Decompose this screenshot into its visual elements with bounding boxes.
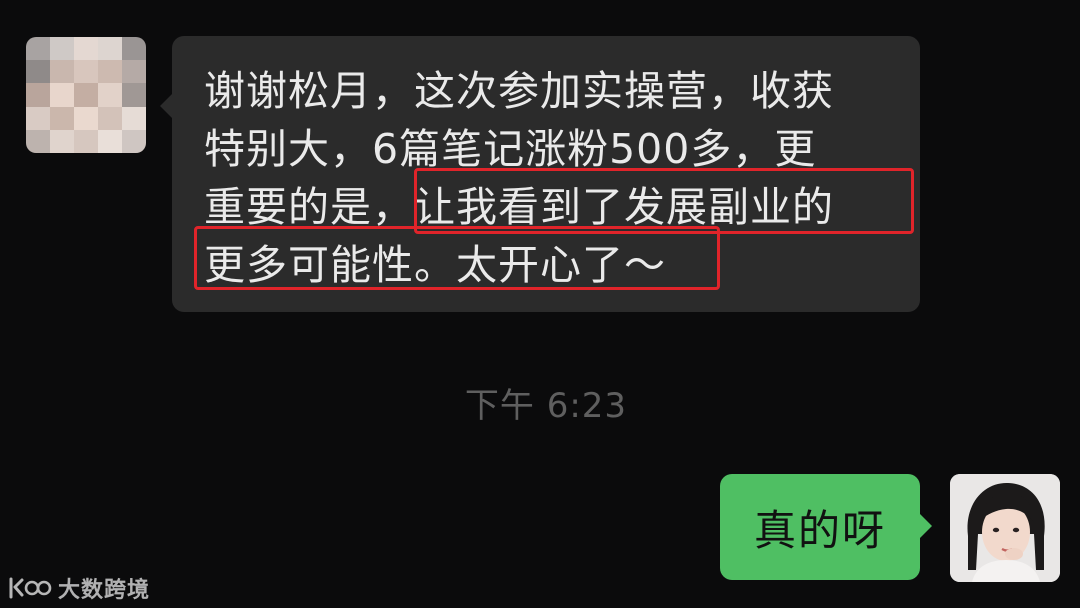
watermark-text: 大数跨境 (58, 578, 151, 603)
incoming-message-line: 重要的是，让我看到了发展副业的 (204, 183, 834, 231)
incoming-message-line: 特别大，6篇笔记涨粉500多，更 (204, 125, 817, 173)
girl-portrait-icon (950, 474, 1060, 582)
avatar-pixel (74, 106, 98, 130)
incoming-message-bubble[interactable]: 谢谢松月，这次参加实操营，收获 特别大，6篇笔记涨粉500多，更 重要的是，让我… (160, 36, 920, 312)
avatar-pixel (26, 37, 50, 61)
logo-mark-icon (9, 577, 52, 599)
avatar-pixel (26, 60, 50, 84)
avatar-pixel (98, 106, 122, 130)
avatar-pixel (122, 129, 146, 153)
incoming-message-line: 更多可能性。太开心了～ (204, 241, 666, 289)
avatar-pixel (26, 83, 50, 107)
self-avatar[interactable] (950, 474, 1060, 582)
avatar-pixel (26, 106, 50, 130)
chat-screen: 谢谢松月，这次参加实操营，收获 特别大，6篇笔记涨粉500多，更 重要的是，让我… (0, 0, 1080, 608)
avatar-pixel (74, 60, 98, 84)
avatar-pixel (74, 83, 98, 107)
avatar-pixel (50, 60, 74, 84)
avatar-pixel (98, 129, 122, 153)
incoming-message-line: 谢谢松月，这次参加实操营，收获 (204, 67, 834, 115)
outgoing-message-bubble[interactable]: 真的呀 (720, 474, 932, 580)
avatar-pixel (98, 83, 122, 107)
avatar-pixel (74, 129, 98, 153)
message-timestamp: 下午 6:23 (464, 386, 628, 426)
avatar-pixel (122, 60, 146, 84)
avatar-pixel (50, 106, 74, 130)
avatar-pixel (122, 106, 146, 130)
avatar-pixel (74, 37, 98, 61)
sender-avatar[interactable] (26, 37, 146, 153)
avatar-pixel (98, 60, 122, 84)
outgoing-message-text: 真的呀 (753, 505, 886, 555)
avatar-pixel (50, 83, 74, 107)
avatar-pixel (50, 129, 74, 153)
avatar-pixel (122, 37, 146, 61)
avatar-pixel (122, 83, 146, 107)
avatar-pixel (98, 37, 122, 61)
avatar-pixel (26, 129, 50, 153)
watermark: 大数跨境 (8, 572, 150, 604)
avatar-pixel (50, 37, 74, 61)
